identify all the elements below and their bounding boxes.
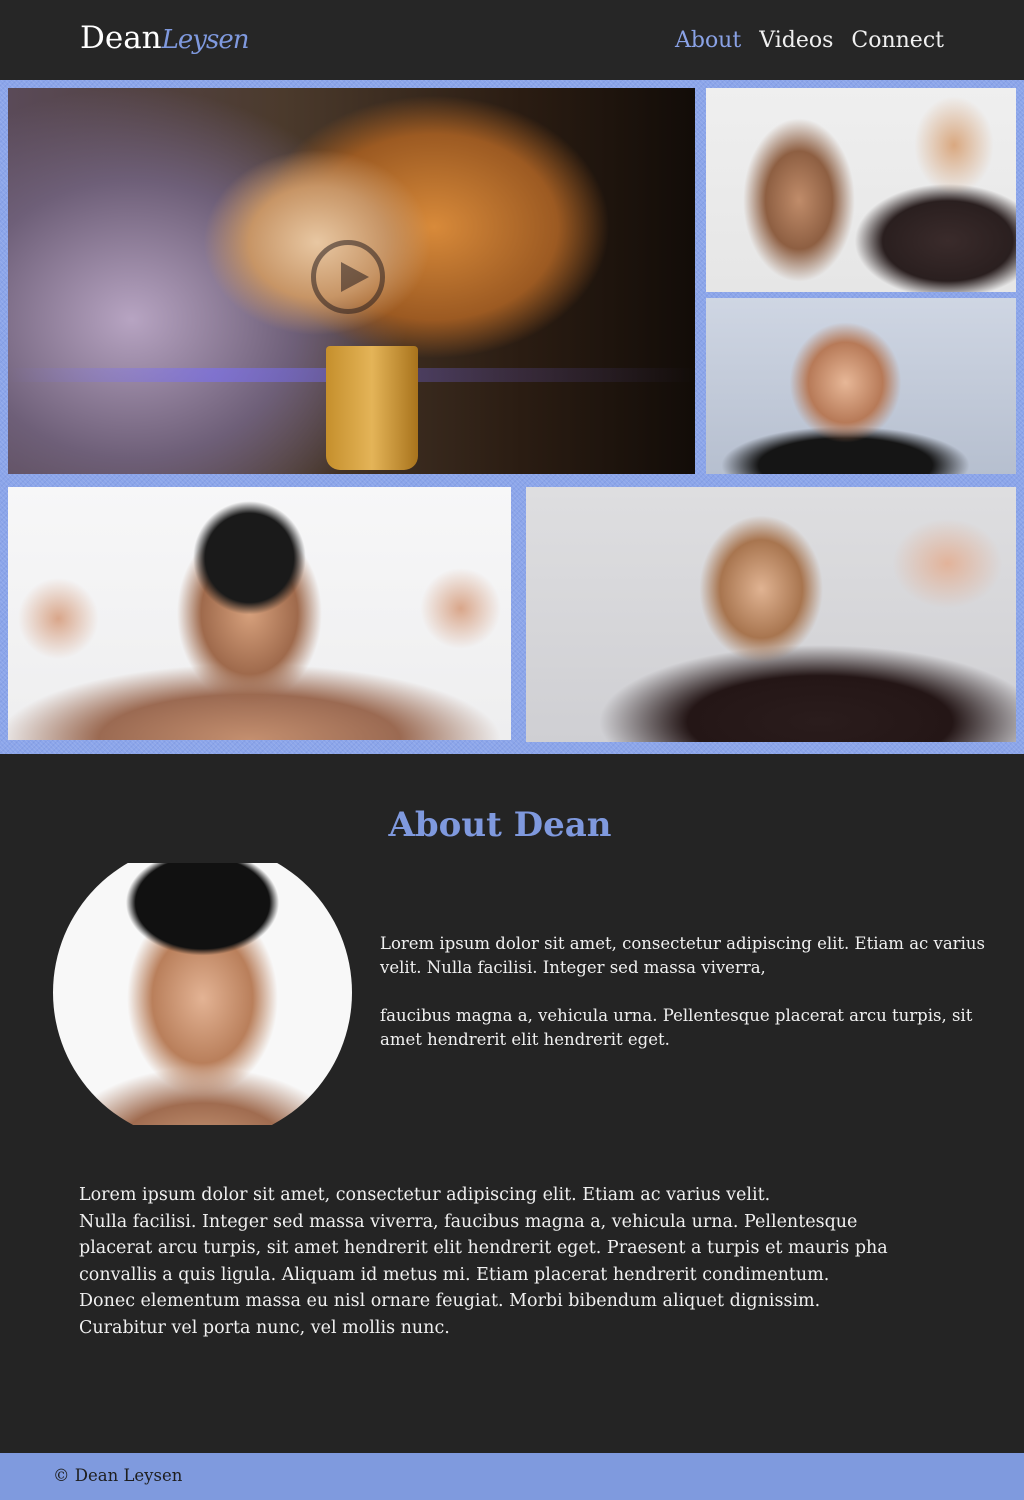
gallery-photo-gesture[interactable] xyxy=(526,487,1016,742)
gallery-photo-couple[interactable] xyxy=(706,88,1016,292)
body-line: convallis a quis ligula. Aliquam id metu… xyxy=(79,1264,830,1285)
about-intro: Lorem ipsum dolor sit amet, consectetur … xyxy=(380,932,1010,1076)
site-header: DeanLeysen About Videos Connect xyxy=(0,0,1024,80)
gallery-photo-closeup[interactable] xyxy=(706,298,1016,474)
mug-shape xyxy=(326,346,418,470)
intro-paragraph: faucibus magna a, vehicula urna. Pellent… xyxy=(380,1006,973,1049)
site-footer: © Dean Leysen xyxy=(0,1453,1024,1500)
featured-video-thumbnail[interactable] xyxy=(8,88,695,474)
copyright-text: © Dean Leysen xyxy=(53,1466,183,1485)
logo-script-text: Leysen xyxy=(161,25,250,55)
nav-about[interactable]: About xyxy=(675,26,741,56)
site-logo[interactable]: DeanLeysen xyxy=(80,18,250,60)
intro-paragraph: Lorem ipsum dolor sit amet, consectetur … xyxy=(380,934,985,977)
gallery-photo-cap[interactable] xyxy=(8,487,511,740)
profile-avatar xyxy=(53,863,352,1125)
body-line: Curabitur vel porta nunc, vel mollis nun… xyxy=(79,1317,450,1338)
nav-videos[interactable]: Videos xyxy=(759,26,833,56)
body-line: placerat arcu turpis, sit amet hendrerit… xyxy=(79,1238,888,1258)
avatar-image xyxy=(53,863,352,1125)
logo-main-text: Dean xyxy=(80,20,162,56)
about-body: Lorem ipsum dolor sit amet, consectetur … xyxy=(79,1182,949,1341)
nav-connect[interactable]: Connect xyxy=(851,26,944,56)
about-heading: About Dean xyxy=(388,805,612,845)
play-icon[interactable] xyxy=(311,240,385,314)
main-nav: About Videos Connect xyxy=(675,26,944,56)
body-line: Donec elementum massa eu nisl ornare feu… xyxy=(79,1291,821,1311)
photo-gallery xyxy=(0,80,1024,754)
body-line: Lorem ipsum dolor sit amet, consectetur … xyxy=(79,1185,771,1205)
body-line: Nulla facilisi. Integer sed massa viverr… xyxy=(79,1211,858,1232)
